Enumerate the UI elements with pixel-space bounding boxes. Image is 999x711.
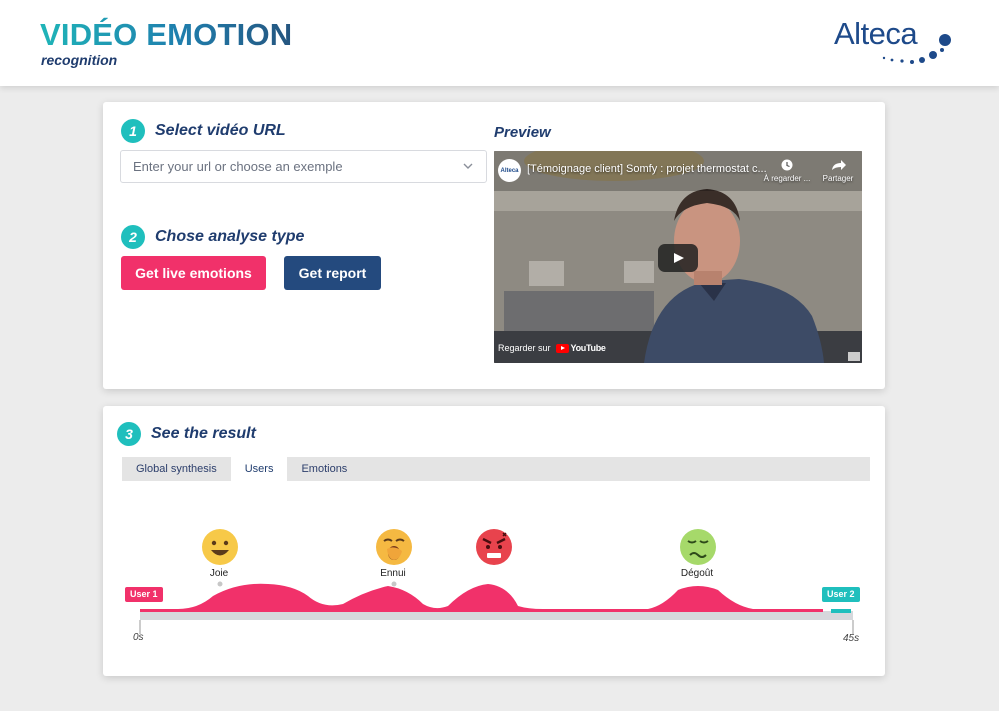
- get-live-emotions-button[interactable]: Get live emotions: [121, 256, 266, 290]
- chevron-down-icon: [463, 163, 473, 169]
- emotion-timeline: [139, 529, 854, 634]
- step-1: 1 Select vidéo URL: [121, 119, 286, 143]
- step-label: Select vidéo URL: [155, 122, 286, 139]
- logo-dots-icon: [882, 34, 951, 64]
- watch-later-label: À regarder ...: [763, 174, 811, 183]
- yawning-face-icon: [376, 529, 412, 565]
- youtube-play-icon: [555, 343, 569, 353]
- emotion-label-ennui: Ennui: [380, 568, 406, 579]
- watch-later-button[interactable]: À regarder ...: [760, 157, 814, 183]
- video-title[interactable]: [Témoignage client] Somfy : projet therm…: [527, 163, 767, 175]
- share-label: Partager: [822, 174, 854, 183]
- url-select[interactable]: Enter your url or choose an exemple: [120, 150, 487, 183]
- step-number-badge: 1: [121, 119, 145, 143]
- app-subtitle: recognition: [41, 52, 118, 68]
- timeline-start-label: 0s: [133, 632, 144, 643]
- clock-icon: [781, 159, 793, 171]
- watch-on-label: Regarder sur: [498, 343, 551, 353]
- get-report-button[interactable]: Get report: [284, 256, 381, 290]
- channel-avatar[interactable]: Alteca: [498, 159, 521, 182]
- result-card: 3 See the result Global synthesis Users …: [103, 406, 885, 676]
- step-label: Chose analyse type: [155, 228, 305, 245]
- timeline-end-label: 45s: [843, 633, 860, 644]
- app-title: VIDÉO EMOTION: [40, 17, 293, 52]
- preview-label: Preview: [494, 124, 551, 141]
- timeline-track: [140, 611, 853, 620]
- emotion-label-degout: Dégoût: [680, 568, 714, 579]
- video-preview[interactable]: Alteca [Témoignage client] Somfy : proje…: [494, 151, 862, 363]
- youtube-wordmark: YouTube: [570, 343, 606, 353]
- step-number-badge: 2: [121, 225, 145, 249]
- happy-face-icon: [202, 529, 238, 565]
- youtube-logo: YouTube: [555, 343, 606, 353]
- fullscreen-icon[interactable]: [848, 352, 860, 361]
- url-select-placeholder: Enter your url or choose an exemple: [133, 159, 343, 174]
- watch-on-youtube-link[interactable]: Regarder sur YouTube: [498, 343, 606, 353]
- user-2-tag[interactable]: User 2: [822, 587, 860, 602]
- user-1-tag[interactable]: User 1: [125, 587, 163, 602]
- nauseated-face-icon: [680, 529, 716, 565]
- alteca-logo: Alteca: [834, 14, 964, 70]
- emotion-point: [217, 581, 223, 587]
- emotion-intensity-curve: [140, 583, 823, 612]
- emotion-point: [391, 581, 397, 587]
- play-button[interactable]: [658, 244, 698, 272]
- emotion-label-joie: Joie: [209, 568, 229, 579]
- setup-card: 1 Select vidéo URL Enter your url or cho…: [103, 102, 885, 389]
- share-arrow-icon: [832, 160, 846, 170]
- user-2-marker: [831, 609, 851, 613]
- angry-face-icon: [476, 529, 512, 565]
- app-header: VIDÉO EMOTION recognition Alteca: [0, 0, 999, 86]
- step-2: 2 Chose analyse type: [121, 225, 304, 249]
- share-button[interactable]: Partager: [818, 157, 858, 183]
